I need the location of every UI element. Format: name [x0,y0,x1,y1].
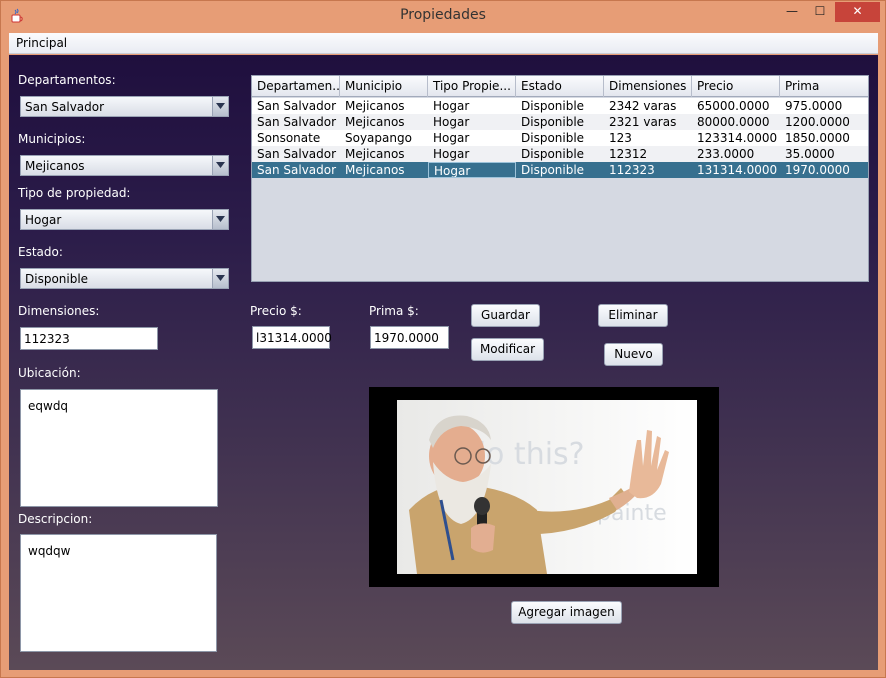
table-cell: 123314.0000 [697,131,778,145]
agregar-imagen-button[interactable]: Agregar imagen [511,601,622,624]
app-window: Propiedades — ☐ ✕ Principal Departamento… [0,0,886,678]
departamentos-label: Departamentos: [18,73,116,87]
chevron-down-icon[interactable] [212,269,228,288]
table-cell: 131314.0000 [697,163,778,177]
dimensiones-field[interactable]: 112323 [20,327,158,350]
table-cell: 975.0000 [785,99,843,113]
tipo-propiedad-value: Hogar [25,213,62,227]
table-cell: Hogar [433,131,470,145]
column-header[interactable]: Tipo Propie... [428,76,516,97]
estado-combo[interactable]: Disponible [20,268,229,289]
property-photo: do this? painte [397,400,697,574]
table-header: Departamen... Municipio Tipo Propie... E… [252,76,868,97]
image-preview-frame: do this? painte [369,387,719,587]
table-row[interactable]: Sonsonate Soyapango Hogar Disponible 123… [252,130,868,146]
table-cell: 1970.0000 [785,163,850,177]
ubicacion-textarea[interactable]: eqwdq [20,389,218,507]
table-cell: Mejicanos [345,115,405,129]
table-cell-focused: Hogar [428,162,516,178]
prima-label: Prima $: [369,304,419,318]
table-cell: San Salvador [257,163,337,177]
table-cell: 2321 varas [609,115,677,129]
municipio-combo[interactable]: Mejicanos [20,155,229,176]
table-cell: Disponible [521,115,585,129]
table-cell: 123 [609,131,632,145]
table-cell: Hogar [433,115,470,129]
chevron-down-icon[interactable] [212,97,228,116]
window-title: Propiedades [400,7,486,23]
table-cell: 1200.0000 [785,115,850,129]
municipios-label: Municipios: [18,132,86,146]
main-panel: Departamentos: San Salvador Municipios: … [9,55,878,670]
table-cell: Mejicanos [345,147,405,161]
column-header[interactable]: Estado [516,76,604,97]
precio-label: Precio $: [250,304,302,318]
column-header[interactable]: Departamen... [252,76,340,97]
table-row[interactable]: San Salvador Mejicanos Hogar Disponible … [252,146,868,162]
table-cell: Disponible [521,131,585,145]
tipo-propiedad-label: Tipo de propiedad: [18,186,131,200]
prima-value: 1970.0000 [374,331,439,345]
propiedades-table[interactable]: Departamen... Municipio Tipo Propie... E… [251,75,869,282]
descripcion-value: wqdqw [28,544,71,558]
chevron-down-icon[interactable] [212,210,228,229]
municipio-value: Mejicanos [25,159,85,173]
table-cell: 2342 varas [609,99,677,113]
table-cell: 12312 [609,147,648,161]
table-cell: Disponible [521,163,585,177]
table-row[interactable]: San Salvador Mejicanos Hogar Disponible … [252,114,868,130]
precio-field[interactable]: l31314.0000 [252,326,332,349]
chevron-down-icon[interactable] [212,156,228,175]
table-cell: San Salvador [257,147,337,161]
table-cell: Disponible [521,99,585,113]
estado-value: Disponible [25,272,89,286]
table-cell: 1850.0000 [785,131,850,145]
table-row[interactable]: San Salvador Mejicanos Hogar Disponible … [252,98,868,114]
table-cell: San Salvador [257,99,337,113]
descripcion-label: Descripcion: [18,512,93,526]
tipo-propiedad-combo[interactable]: Hogar [20,209,229,230]
guardar-button[interactable]: Guardar [471,304,540,327]
menu-principal[interactable]: Principal [16,36,67,50]
precio-value: l31314.0000 [256,331,332,345]
menu-bar: Principal [9,33,878,54]
departamento-value: San Salvador [25,100,105,114]
column-header[interactable]: Municipio [340,76,428,97]
column-header[interactable]: Prima [780,76,868,97]
eliminar-button[interactable]: Eliminar [598,304,668,327]
departamento-combo[interactable]: San Salvador [20,96,229,117]
table-row-selected[interactable]: San Salvador Mejicanos Hogar Disponible … [252,162,868,178]
nuevo-button[interactable]: Nuevo [604,343,663,366]
table-cell: Soyapango [345,131,412,145]
table-cell: 233.0000 [697,147,755,161]
title-bar[interactable]: Propiedades — ☐ ✕ [1,1,885,32]
table-cell: Hogar [433,147,470,161]
prima-field[interactable]: 1970.0000 [370,326,449,349]
table-cell: Disponible [521,147,585,161]
table-cell: San Salvador [257,115,337,129]
table-cell: 112323 [609,163,655,177]
modificar-button[interactable]: Modificar [471,338,544,361]
minimize-button[interactable]: — [779,2,805,22]
dimensiones-value: 112323 [24,332,70,346]
dimensiones-label: Dimensiones: [18,304,100,318]
descripcion-textarea[interactable]: wqdqw [20,534,217,652]
table-cell: 80000.0000 [697,115,770,129]
table-cell: Hogar [433,99,470,113]
close-button[interactable]: ✕ [835,2,880,22]
table-cell: 35.0000 [785,147,835,161]
maximize-button[interactable]: ☐ [807,2,833,22]
estado-label: Estado: [18,245,63,259]
table-cell: Sonsonate [257,131,321,145]
ubicacion-value: eqwdq [28,399,69,413]
table-cell: 65000.0000 [697,99,770,113]
column-header[interactable]: Dimensiones [604,76,692,97]
column-header[interactable]: Precio [692,76,780,97]
table-cell: Mejicanos [345,99,405,113]
table-cell: Mejicanos [345,163,405,177]
ubicacion-label: Ubicación: [18,366,81,380]
